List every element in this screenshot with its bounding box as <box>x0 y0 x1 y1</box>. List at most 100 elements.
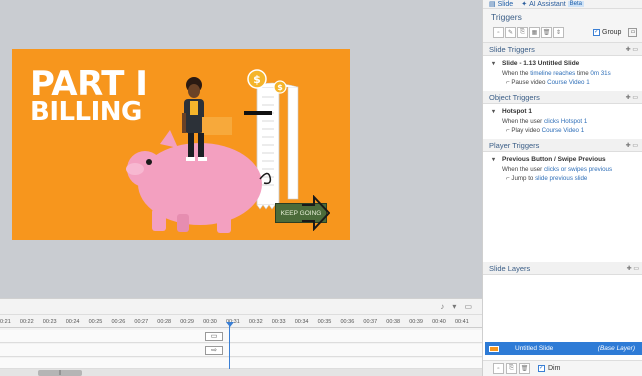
slide-triggers-header[interactable]: Slide Triggers ✚ ▭ <box>483 43 642 56</box>
trigger-title[interactable]: ▾ Slide - 1.13 Untitled Slide <box>483 60 642 69</box>
condition-text: When the <box>502 70 531 77</box>
timeline-tick: 00:26 <box>111 319 126 325</box>
timeline-tick: 00:33 <box>271 319 286 325</box>
timeline-row[interactable]: ⇨ <box>0 344 482 357</box>
chevron-down-icon[interactable]: ▾ <box>492 60 495 67</box>
layer-row-base[interactable]: Untitled Slide (Base Layer) <box>485 342 642 355</box>
condition-link[interactable]: clicks <box>544 118 559 125</box>
coin-icon: $ <box>247 69 267 89</box>
condition-link[interactable]: timeline reaches <box>530 70 575 77</box>
scrollbar-thumb[interactable]: || <box>38 370 82 376</box>
tab-label: Slide <box>497 0 514 8</box>
player-triggers-header[interactable]: Player Triggers ✚ ▭ <box>483 139 642 152</box>
edit-icon[interactable]: ✎ <box>505 27 516 38</box>
timeline-scrollbar[interactable]: || <box>0 369 482 376</box>
trigger-group: ▾ Slide - 1.13 Untitled Slide When the ti… <box>483 56 642 91</box>
action-link[interactable]: Course Video 1 <box>542 127 585 134</box>
timeline-tick: 00:38 <box>386 319 401 325</box>
copy-icon[interactable]: ⎘ <box>517 27 528 38</box>
window-icon[interactable]: ▭ <box>464 302 472 311</box>
condition-link[interactable]: Hotspot 1 <box>561 118 587 125</box>
timeline-row[interactable]: ▭ <box>0 330 482 343</box>
timeline-tick: 00:24 <box>65 319 80 325</box>
timeline-tick: 00:27 <box>134 319 149 325</box>
delete-icon[interactable]: 🗑 <box>541 27 552 38</box>
trigger-condition[interactable]: When the timeline reaches time 0m 31s <box>483 69 642 78</box>
audio-icon[interactable]: ♪ <box>440 302 444 311</box>
trigger-action[interactable]: ⌐ Pause video Course Video 1 <box>483 78 642 87</box>
trigger-action[interactable]: ⌐ Jump to slide previous slide <box>483 174 642 183</box>
playhead[interactable] <box>229 323 230 369</box>
hotspot-block[interactable]: ▭ <box>205 332 223 341</box>
trigger-title-text: Slide - 1.13 Untitled Slide <box>502 60 580 67</box>
pin-icon[interactable]: ✚ ▭ <box>626 94 638 101</box>
trigger-title[interactable]: ▾ Hotspot 1 <box>483 108 642 117</box>
timeline-tick: 00:21 <box>0 319 11 325</box>
timeline-tick: 00:22 <box>19 319 34 325</box>
tab-label: AI Assistant <box>529 0 566 8</box>
chevron-down-icon[interactable]: ▾ <box>492 156 495 163</box>
trigger-title[interactable]: ▾ Previous Button / Swipe Previous <box>483 156 642 165</box>
keep-going-button[interactable]: KEEP GOING <box>275 203 327 223</box>
new-trigger-icon[interactable]: ▫ <box>493 27 504 38</box>
panel-tabs: ▤ Slide ✦ AI Assistant Beta <box>483 0 642 9</box>
delete-icon[interactable]: 🗑 <box>519 363 530 374</box>
arrow-block[interactable]: ⇨ <box>205 346 223 355</box>
action-text: Play video <box>511 127 542 134</box>
condition-link[interactable]: clicks or swipes <box>544 166 587 173</box>
chevron-down-icon[interactable]: ▾ <box>492 108 495 115</box>
timeline-tick: 00:23 <box>42 319 57 325</box>
pin-icon[interactable]: ✚ ▭ <box>626 142 638 149</box>
condition-text: When the user <box>502 118 544 125</box>
slide-title-part: PART I <box>30 64 148 104</box>
section-title: Player Triggers <box>489 140 540 150</box>
tab-slide[interactable]: ▤ Slide <box>489 0 514 9</box>
action-link[interactable]: Course Video 1 <box>547 79 590 86</box>
timeline-tick: 00:25 <box>88 319 103 325</box>
timeline-tick: 00:28 <box>157 319 172 325</box>
trigger-condition[interactable]: When the user clicks Hotspot 1 <box>483 117 642 126</box>
timeline-tick: 00:35 <box>317 319 332 325</box>
slide-layers-header[interactable]: Slide Layers ✚ ▭ <box>483 262 642 275</box>
slide-stage: $ $ PART I BILLING KEEP GOING <box>0 0 482 298</box>
layer-name: Untitled Slide <box>515 345 554 352</box>
move-updown-icon[interactable]: ⇕ <box>553 27 564 38</box>
trigger-condition[interactable]: When the user clicks or swipes previous <box>483 165 642 174</box>
trigger-group: ▾ Previous Button / Swipe Previous When t… <box>483 152 642 187</box>
timeline-row[interactable] <box>0 358 482 369</box>
trigger-action[interactable]: ⌐ Play video Course Video 1 <box>483 126 642 135</box>
timeline-tick: 00:36 <box>340 319 355 325</box>
triggers-panel: ▤ Slide ✦ AI Assistant Beta Triggers ▫ ✎… <box>482 0 642 376</box>
triggers-toolbar: ▫ ✎ ⎘ ▦ 🗑 ⇕ ✓ Group ▭ <box>483 23 642 43</box>
beta-badge: Beta <box>567 1 584 7</box>
condition-text: time <box>575 70 591 77</box>
new-layer-icon[interactable]: ▫ <box>493 363 504 374</box>
playhead-marker[interactable] <box>226 322 234 327</box>
chevron-down-icon[interactable]: ▾ <box>452 302 456 311</box>
window-icon[interactable]: ▭ <box>628 28 638 37</box>
svg-text:$: $ <box>253 73 261 86</box>
pin-icon[interactable]: ✚ ▭ <box>627 265 639 272</box>
tab-ai-assistant[interactable]: ✦ AI Assistant Beta <box>521 0 584 8</box>
timeline-tick: 00:30 <box>203 319 217 325</box>
timeline-tick: 00:40 <box>432 319 446 325</box>
dim-checkbox[interactable]: ✓ <box>538 365 545 372</box>
timeline-tick: 00:41 <box>455 319 469 325</box>
ai-icon: ✦ <box>521 1 528 8</box>
condition-link[interactable]: 0m 31s <box>590 70 610 77</box>
timeline-header: ♪ ▾ ▭ <box>0 299 482 315</box>
pin-icon[interactable]: ✚ ▭ <box>626 46 638 53</box>
paste-icon[interactable]: ▦ <box>529 27 540 38</box>
slide-canvas[interactable]: $ $ PART I BILLING KEEP GOING <box>12 49 350 240</box>
group-label: Group <box>602 29 622 36</box>
coin-icon: $ <box>273 80 287 94</box>
object-triggers-header[interactable]: Object Triggers ✚ ▭ <box>483 91 642 104</box>
timeline-ruler[interactable]: 00:21 00:22 00:23 00:24 00:25 00:26 00:27 00:28… <box>0 317 482 328</box>
action-link[interactable]: slide previous slide <box>535 175 587 182</box>
condition-link[interactable]: previous <box>589 166 612 173</box>
group-checkbox[interactable]: ✓ <box>593 29 600 36</box>
section-title: Object Triggers <box>489 92 540 102</box>
dim-label: Dim <box>548 365 561 372</box>
duplicate-layer-icon[interactable]: ⎘ <box>506 363 517 374</box>
timeline-tick: 00:37 <box>363 319 378 325</box>
